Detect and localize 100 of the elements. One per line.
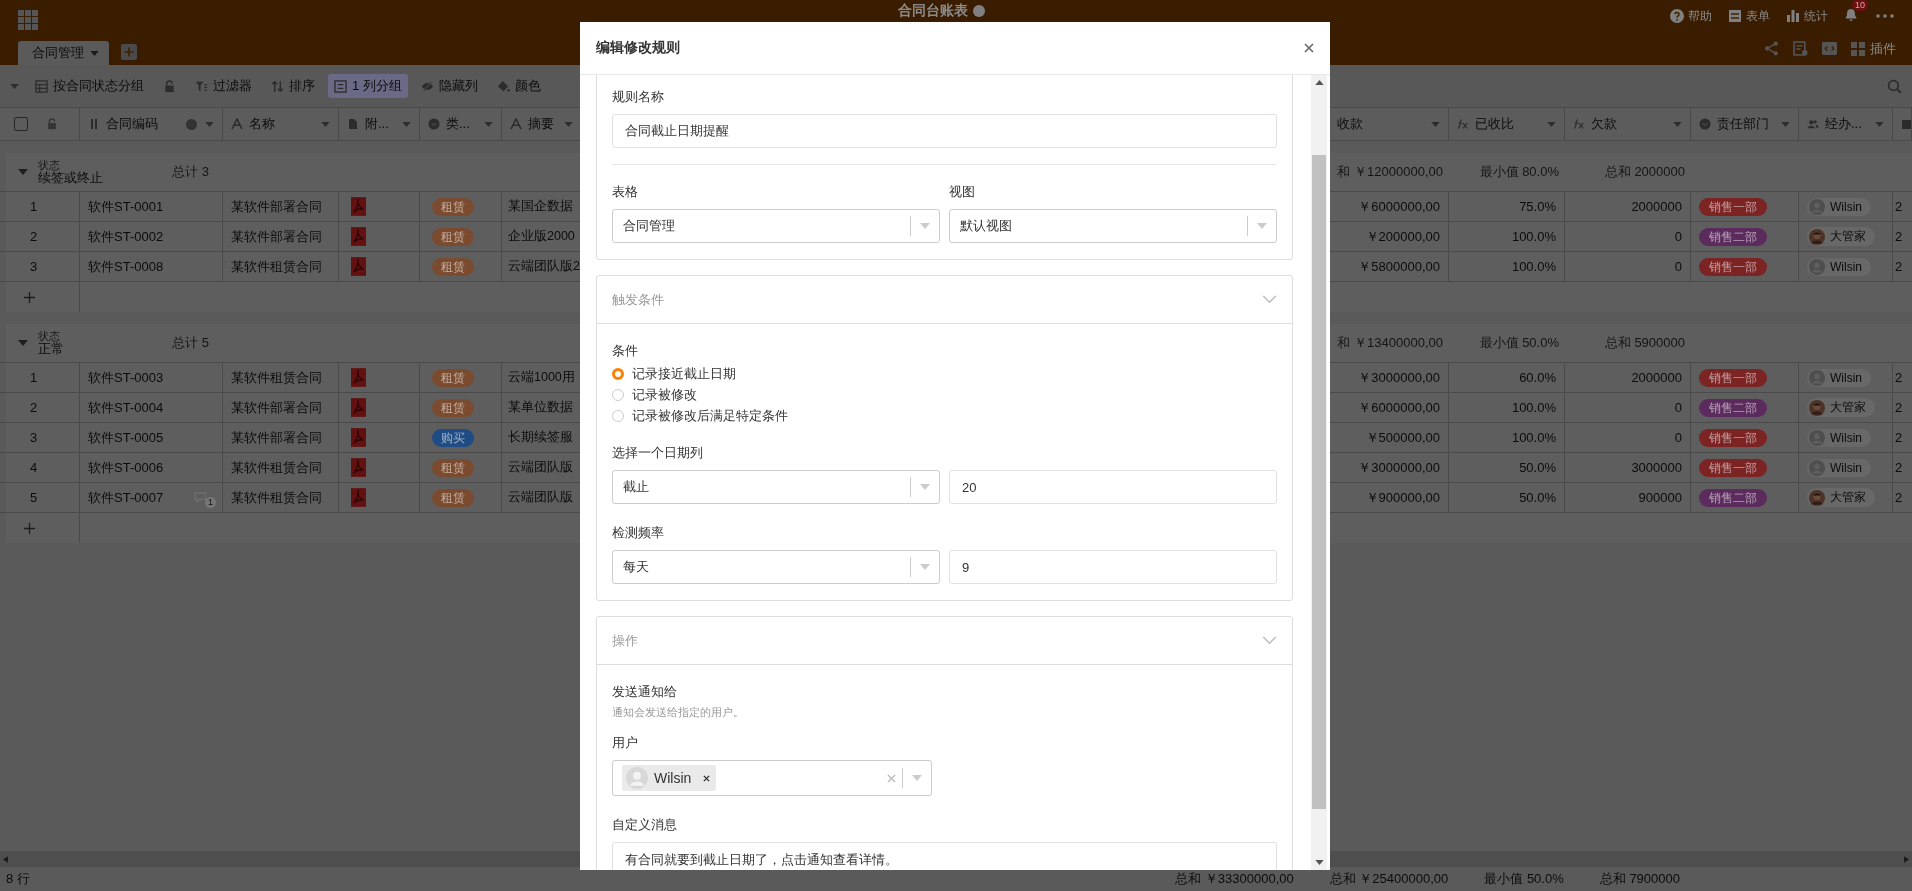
- table-cell: 0: [1674, 400, 1682, 415]
- group-count: 总计 3: [172, 163, 209, 181]
- type-tag: 租赁: [432, 488, 474, 507]
- type-tag: 租赁: [432, 257, 474, 276]
- field-label: 自定义消息: [612, 816, 678, 834]
- group-value: 续签或终止: [38, 170, 103, 186]
- department-tag: 销售一部: [1699, 257, 1767, 276]
- person-name: Wilsin: [1830, 199, 1862, 214]
- table-cell: 软件ST-0003: [88, 368, 164, 387]
- field-label: 选择一个日期列: [612, 444, 704, 462]
- table-cell: 2: [1895, 229, 1903, 244]
- group-summary: 和 ￥13400000,00: [1337, 334, 1443, 352]
- column-total: 总和 ￥25400000,00: [1329, 870, 1449, 888]
- table-cell: ￥200000,00: [1365, 227, 1440, 246]
- table-cell: ￥500000,00: [1365, 428, 1440, 447]
- group-field-label: 状态: [38, 329, 60, 342]
- table-cell: 云端1000用: [508, 369, 575, 386]
- table-cell: 100.0%: [1511, 259, 1556, 274]
- table-cell: 云端团队版: [508, 459, 573, 476]
- table-cell: 某软件部署合同: [231, 398, 322, 417]
- type-tag: 购买: [432, 428, 474, 447]
- person-name: 大管家: [1830, 399, 1866, 416]
- field-hint: 通知会发送给指定的用户。: [612, 705, 745, 720]
- table-cell: 某单位数据: [508, 399, 573, 416]
- comment-count: 1: [205, 496, 216, 508]
- field-label: 发送通知给: [612, 683, 678, 701]
- field-label: 规则名称: [612, 88, 665, 106]
- table-cell: 2: [1895, 259, 1903, 274]
- group-value: 正常: [38, 341, 64, 357]
- table-cell: ￥900000,00: [1365, 488, 1440, 507]
- table-cell: 云端团队版2: [508, 258, 580, 275]
- column-total: 总和 ￥33300000,00: [1175, 870, 1294, 888]
- type-tag: 租赁: [432, 458, 474, 477]
- department-tag: 销售二部: [1699, 227, 1767, 246]
- table-cell: 云端团队版: [508, 489, 573, 506]
- table-cell: 某软件部署合同: [231, 227, 322, 246]
- row-number: 2: [29, 229, 38, 244]
- field-label: 检测频率: [612, 524, 665, 542]
- table-cell: ￥3000000,00: [1358, 458, 1440, 477]
- department-tag: 销售二部: [1699, 398, 1767, 417]
- notification-count: 10: [1852, 0, 1868, 11]
- table-cell: 软件ST-0006: [88, 458, 164, 477]
- row-number: 1: [29, 370, 38, 385]
- table-cell: 软件ST-0005: [88, 428, 164, 447]
- table-cell: ￥3000000,00: [1358, 368, 1440, 387]
- table-cell: 某软件部署合同: [231, 197, 322, 216]
- table-cell: 3000000: [1631, 460, 1682, 475]
- table-cell: 60.0%: [1519, 370, 1556, 385]
- table-cell: 2: [1895, 490, 1903, 505]
- person-name: 大管家: [1830, 228, 1866, 245]
- user-name: Wilsin: [654, 770, 692, 786]
- person-name: Wilsin: [1830, 430, 1862, 445]
- table-cell: ￥6000000,00: [1358, 398, 1440, 417]
- type-tag: 租赁: [432, 227, 474, 246]
- table-cell: 2000000: [1631, 199, 1682, 214]
- table-cell: 100.0%: [1511, 400, 1556, 415]
- table-cell: 某软件租赁合同: [231, 458, 322, 477]
- department-tag: 销售一部: [1699, 197, 1767, 216]
- row-count: 8 行: [6, 870, 30, 888]
- table-cell: 某软件租赁合同: [231, 257, 322, 276]
- table-cell: 软件ST-0001: [88, 197, 164, 216]
- table-cell: 软件ST-0008: [88, 257, 164, 276]
- table-cell: 2: [1895, 400, 1903, 415]
- table-cell: 0: [1674, 430, 1682, 445]
- table-cell: 2000000: [1631, 370, 1682, 385]
- department-tag: 销售一部: [1699, 428, 1767, 447]
- table-cell: 软件ST-0002: [88, 227, 164, 246]
- department-tag: 销售二部: [1699, 488, 1767, 507]
- table-cell: 软件ST-0004: [88, 398, 164, 417]
- row-number: 2: [29, 400, 38, 415]
- table-cell: 软件ST-0007: [88, 488, 164, 507]
- field-label: 条件: [612, 342, 639, 360]
- app-title: 合同台账表: [897, 2, 968, 19]
- table-cell: 某软件部署合同: [231, 428, 322, 447]
- table-cell: 900000: [1638, 490, 1682, 505]
- group-count: 总计 5: [172, 334, 209, 352]
- field-label: 表格: [612, 183, 639, 201]
- column-total: 最小值 50.0%: [1484, 870, 1564, 888]
- table-cell: 100.0%: [1511, 229, 1556, 244]
- row-number: 3: [29, 430, 38, 445]
- field-label: 用户: [612, 734, 639, 752]
- table-cell: 75.0%: [1519, 199, 1556, 214]
- field-label: 视图: [949, 183, 976, 201]
- group-summary: 总和 2000000: [1604, 163, 1685, 181]
- table-cell: ￥6000000,00: [1358, 197, 1440, 216]
- table-cell: 某软件租赁合同: [231, 488, 322, 507]
- department-tag: 销售一部: [1699, 458, 1767, 477]
- group-summary: 最小值 80.0%: [1479, 163, 1559, 181]
- dialog-title: 编辑修改规则: [596, 39, 680, 57]
- table-cell: 2: [1895, 199, 1903, 214]
- row-number: 1: [29, 199, 38, 214]
- person-name: Wilsin: [1830, 460, 1862, 475]
- table-cell: 长期续签服: [508, 429, 573, 446]
- table-cell: 0: [1674, 259, 1682, 274]
- table-cell: 0: [1674, 229, 1682, 244]
- person-name: Wilsin: [1830, 259, 1862, 274]
- person-name: Wilsin: [1830, 370, 1862, 385]
- table-cell: 2: [1895, 430, 1903, 445]
- table-cell: 某软件租赁合同: [231, 368, 322, 387]
- group-field-label: 状态: [38, 158, 60, 171]
